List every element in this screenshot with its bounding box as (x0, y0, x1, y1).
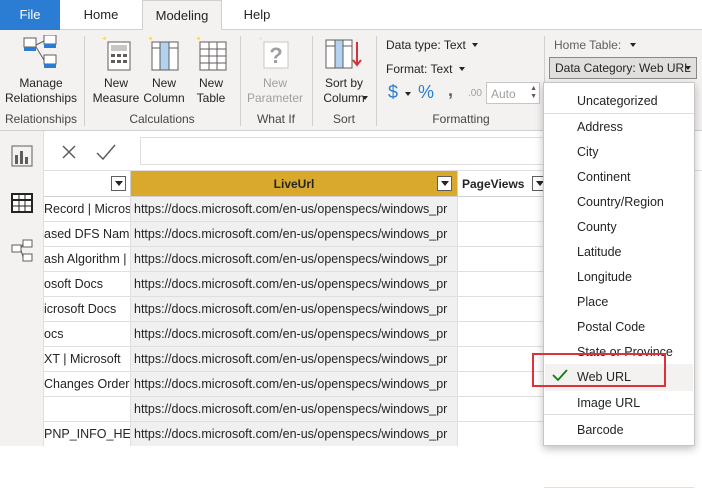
table-cell-title[interactable]: ocs (44, 322, 131, 347)
comma-button[interactable]: , (448, 80, 453, 101)
new-measure-button[interactable]: New Measure (90, 76, 142, 106)
group-whatif-label: What If (256, 112, 295, 126)
model-view-icon[interactable] (11, 239, 33, 266)
menu-item[interactable]: City (577, 145, 599, 159)
table-cell-title[interactable]: PNP_INFO_HEAD (44, 422, 131, 446)
column-header-title[interactable] (44, 171, 131, 197)
formula-input[interactable] (140, 137, 560, 165)
format-chevron-down-icon (458, 67, 465, 71)
group-calculations-label: Calculations (129, 112, 195, 126)
menu-item[interactable]: Uncategorized (577, 94, 658, 108)
table-cell-title[interactable]: icrosoft Docs (44, 297, 131, 322)
home-table-chevron-down-icon (629, 43, 636, 47)
report-view-icon[interactable] (11, 145, 33, 170)
menu-separator (544, 414, 694, 415)
table-cell-title[interactable] (44, 397, 131, 422)
new-table-button[interactable]: New Table (190, 76, 232, 106)
table-cell-liveurl[interactable]: https://docs.microsoft.com/en-us/openspe… (131, 422, 458, 446)
currency-chevron-down-icon (405, 92, 411, 96)
data-category-label: Data Category: Web URL (555, 61, 691, 75)
menu-separator (544, 113, 694, 114)
home-table-dropdown[interactable]: Home Table: (554, 38, 636, 52)
selection-highlight-box (532, 353, 666, 387)
table-cell-liveurl[interactable]: https://docs.microsoft.com/en-us/openspe… (131, 372, 458, 397)
table-cell-liveurl[interactable]: https://docs.microsoft.com/en-us/openspe… (131, 247, 458, 272)
table-cell-liveurl[interactable]: https://docs.microsoft.com/en-us/openspe… (131, 322, 458, 347)
menu-item[interactable]: Postal Code (577, 320, 645, 334)
table-cell-liveurl[interactable]: https://docs.microsoft.com/en-us/openspe… (131, 197, 458, 222)
data-type-dropdown[interactable]: Data type: Text (386, 38, 479, 52)
tab-file[interactable]: File (0, 0, 60, 30)
manage-relationships-button[interactable]: Manage Relationships (4, 76, 78, 106)
new-column-icon (146, 34, 182, 75)
parameter-icon: ? (256, 34, 294, 75)
menu-item[interactable]: Barcode (577, 423, 624, 437)
group-relationships-label: Relationships (4, 112, 78, 126)
group-formatting-label: Formatting (432, 112, 490, 126)
table-cell-liveurl[interactable]: https://docs.microsoft.com/en-us/openspe… (131, 222, 458, 247)
tab-home[interactable]: Home (64, 0, 138, 30)
menu-item[interactable]: Address (577, 120, 623, 134)
format-dropdown[interactable]: Format: Text (386, 62, 465, 76)
table-cell-title[interactable]: XT | Microsoft (44, 347, 131, 372)
table-cell-liveurl[interactable]: https://docs.microsoft.com/en-us/openspe… (131, 272, 458, 297)
view-sidebar (0, 131, 44, 446)
tab-help[interactable]: Help (226, 0, 288, 30)
commit-formula-icon[interactable] (94, 141, 118, 163)
currency-button[interactable]: $ (388, 82, 398, 103)
group-sort-label: Sort (332, 112, 355, 126)
ribbon-tabs: File Home Modeling Help (0, 0, 702, 31)
table-cell-liveurl[interactable]: https://docs.microsoft.com/en-us/openspe… (131, 397, 458, 422)
menu-item[interactable]: Place (577, 295, 608, 309)
menu-item[interactable]: Latitude (577, 245, 621, 259)
column-header-pageviews-label: PageViews (462, 177, 525, 191)
calculator-icon (100, 34, 132, 75)
menu-item[interactable]: Longitude (577, 270, 632, 284)
data-type-label: Data type: Text (386, 38, 466, 52)
new-column-button[interactable]: New Column (142, 76, 186, 106)
column-header-liveurl[interactable]: LiveUrl (131, 171, 458, 197)
menu-item[interactable]: Image URL (577, 396, 640, 410)
table-cell-liveurl[interactable]: https://docs.microsoft.com/en-us/openspe… (131, 297, 458, 322)
home-table-label: Home Table: (554, 38, 622, 52)
percent-button[interactable]: % (418, 82, 434, 103)
table-cell-title[interactable]: Record | Micros (44, 197, 131, 222)
format-label: Format: Text (386, 62, 453, 76)
data-category-chevron-down-icon (685, 66, 691, 70)
data-view-icon[interactable] (11, 193, 33, 216)
new-parameter-button[interactable]: New Parameter (244, 76, 306, 106)
cancel-formula-icon[interactable] (58, 141, 80, 163)
table-cell-title[interactable]: osoft Docs (44, 272, 131, 297)
sort-by-column-icon (324, 34, 364, 75)
data-category-menu: Uncategorized Address City Continent Country… (543, 82, 695, 488)
menu-item[interactable]: Continent (577, 170, 631, 184)
table-cell-liveurl[interactable]: https://docs.microsoft.com/en-us/openspe… (131, 347, 458, 372)
manage-relationships-icon (22, 34, 60, 74)
column-header-liveurl-label: LiveUrl (273, 177, 315, 191)
menu-item[interactable]: Country/Region (577, 195, 664, 209)
table-cell-title[interactable]: Changes Order (44, 372, 131, 397)
decimal-places-input[interactable]: Auto ▲ ▼ (486, 82, 540, 104)
filter-chevron-icon[interactable] (111, 176, 126, 191)
sort-chevron-down-icon (362, 96, 368, 100)
data-category-dropdown[interactable]: Data Category: Web URL (549, 57, 697, 79)
data-type-chevron-down-icon (472, 43, 479, 47)
tab-modeling[interactable]: Modeling (142, 0, 222, 31)
decimal-places-value: Auto (491, 87, 516, 101)
table-cell-title[interactable]: ased DFS Name (44, 222, 131, 247)
svg-text:?: ? (269, 43, 282, 68)
table-cell-title[interactable]: ash Algorithm | (44, 247, 131, 272)
spinner-arrows-icon[interactable]: ▲ ▼ (530, 85, 537, 101)
decimals-button[interactable]: .00 (468, 88, 482, 99)
filter-chevron-icon[interactable] (437, 176, 452, 191)
sort-by-column-button[interactable]: Sort by Column (316, 76, 372, 106)
menu-item[interactable]: County (577, 220, 617, 234)
new-table-icon (194, 34, 230, 75)
